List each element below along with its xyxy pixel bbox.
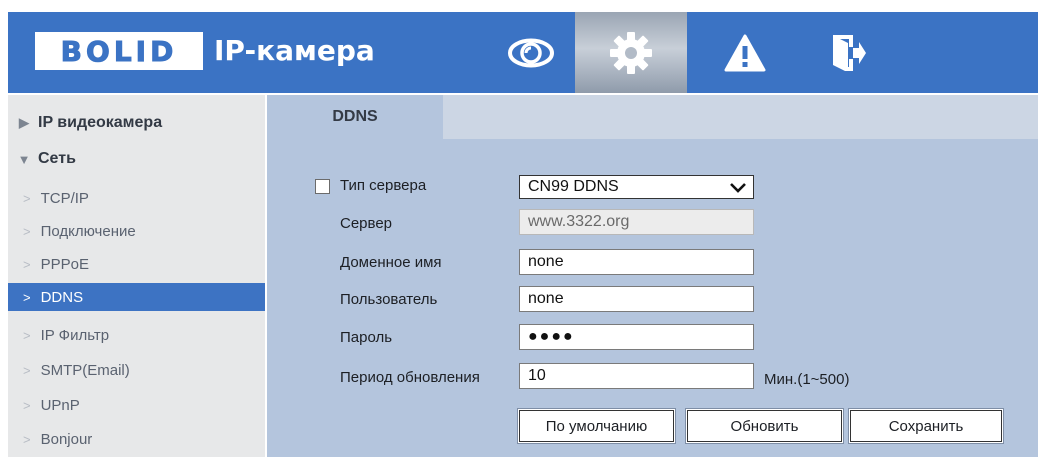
- chevron-right-icon: >: [23, 223, 31, 239]
- server-label: Сервер: [340, 215, 393, 232]
- sidebar-item-upnp[interactable]: > UPnP: [8, 391, 265, 419]
- update-period-unit: Мин.(1~500): [764, 371, 850, 388]
- chevron-right-icon: >: [23, 397, 31, 413]
- triangle-right-icon: ▶: [19, 115, 29, 130]
- sidebar-item-ip-filter[interactable]: > IP Фильтр: [8, 321, 265, 349]
- bolid-logo: BOLID: [35, 32, 203, 70]
- ddns-settings-panel: DDNS Тип сервера CN99 DDNS Сервер www.33…: [267, 95, 1038, 457]
- nav-alarm-button[interactable]: [689, 12, 801, 93]
- sidebar-item-ddns[interactable]: > DDNS: [8, 283, 265, 311]
- update-period-field[interactable]: 10: [519, 363, 754, 389]
- chevron-right-icon: >: [23, 431, 31, 447]
- nav-settings-button[interactable]: [575, 12, 687, 93]
- sidebar-item-connection[interactable]: > Подключение: [8, 217, 265, 245]
- password-label: Пароль: [340, 329, 393, 346]
- header-bar: BOLID IP-камера: [8, 12, 1038, 93]
- sidebar-item-bonjour[interactable]: > Bonjour: [8, 425, 265, 453]
- refresh-button[interactable]: Обновить: [686, 409, 843, 443]
- server-field: www.3322.org: [519, 209, 754, 235]
- gear-icon: [610, 31, 652, 74]
- user-label: Пользователь: [340, 291, 438, 308]
- chevron-right-icon: >: [23, 256, 31, 272]
- tab-ddns[interactable]: DDNS: [267, 95, 443, 139]
- sidebar: ▶ IP видеокамера ▼ Сеть > TCP/IP > Подкл…: [8, 95, 265, 457]
- chevron-right-icon: >: [23, 289, 31, 305]
- chevron-down-icon: [730, 183, 746, 193]
- chevron-right-icon: >: [23, 362, 31, 378]
- user-field[interactable]: none: [519, 286, 754, 312]
- sidebar-item-smtp[interactable]: > SMTP(Email): [8, 356, 265, 384]
- domain-label: Доменное имя: [340, 254, 442, 271]
- exit-icon: [833, 34, 866, 71]
- app-title: IP-камера: [214, 34, 375, 67]
- triangle-down-icon: ▼: [17, 151, 31, 167]
- default-button[interactable]: По умолчанию: [518, 409, 675, 443]
- chevron-right-icon: >: [23, 190, 31, 206]
- sidebar-group-ip-camera[interactable]: ▶ IP видеокамера: [8, 109, 265, 137]
- server-type-label: Тип сервера: [340, 177, 427, 194]
- tab-strip: DDNS: [267, 95, 1038, 139]
- server-type-checkbox[interactable]: [315, 179, 330, 194]
- save-button[interactable]: Сохранить: [849, 409, 1003, 443]
- chevron-right-icon: >: [23, 327, 31, 343]
- password-field[interactable]: ●●●●: [519, 324, 754, 350]
- warning-icon: [724, 34, 766, 71]
- eye-icon: [508, 38, 554, 67]
- server-type-select[interactable]: CN99 DDNS: [519, 175, 754, 199]
- nav-logout-button[interactable]: [793, 12, 905, 93]
- nav-live-view-button[interactable]: [475, 12, 587, 93]
- sidebar-item-tcpip[interactable]: > TCP/IP: [8, 184, 265, 212]
- sidebar-group-network[interactable]: ▼ Сеть: [8, 145, 265, 173]
- sidebar-item-pppoe[interactable]: > PPPoE: [8, 250, 265, 278]
- domain-field[interactable]: none: [519, 249, 754, 275]
- update-period-label: Период обновления: [340, 369, 480, 386]
